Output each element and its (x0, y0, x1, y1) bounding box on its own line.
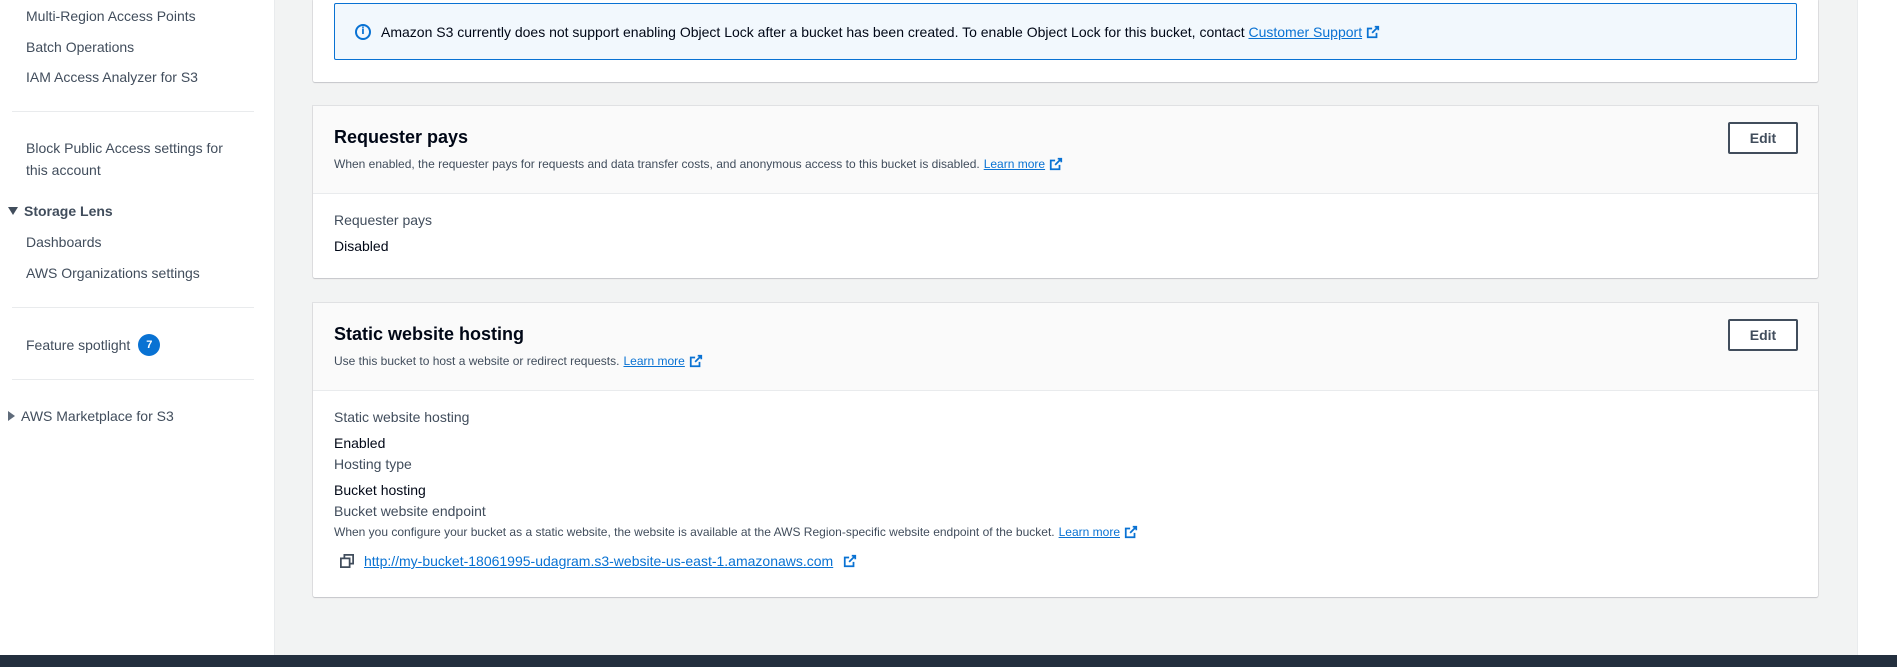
static-website-hosting-panel: Static website hosting Use this bucket t… (313, 303, 1818, 597)
caret-down-icon (8, 207, 18, 215)
hosting-type-value: Bucket hosting (334, 482, 426, 498)
panel-header: Static website hosting Use this bucket t… (313, 303, 1818, 391)
static-website-edit-button[interactable]: Edit (1728, 319, 1798, 351)
description-text: When you configure your bucket as a stat… (334, 525, 1055, 539)
requester-pays-edit-button[interactable]: Edit (1728, 122, 1798, 154)
panel-description: Use this bucket to host a website or red… (334, 354, 703, 368)
external-link-icon (844, 554, 857, 568)
sidebar-item-batch-operations[interactable]: Batch Operations (26, 37, 134, 57)
sidebar-item-block-public-access[interactable]: Block Public Access settings for this ac… (26, 138, 223, 180)
requester-pays-panel: Requester pays When enabled, the request… (313, 106, 1818, 278)
sidebar-item-iam-access-analyzer[interactable]: IAM Access Analyzer for S3 (26, 67, 198, 87)
info-icon: i (355, 23, 371, 40)
notification-badge: 7 (138, 334, 161, 356)
panel-description: When enabled, the requester pays for req… (334, 157, 1063, 171)
learn-more-link[interactable]: Learn more (623, 354, 684, 368)
sidebar-item-aws-organizations-settings[interactable]: AWS Organizations settings (26, 263, 200, 283)
sidebar-section-label: AWS Marketplace for S3 (21, 408, 174, 424)
external-link-icon (1049, 157, 1063, 171)
copy-icon[interactable] (340, 554, 354, 568)
learn-more-link[interactable]: Learn more (1059, 525, 1120, 539)
requester-pays-label: Requester pays (334, 212, 433, 228)
sidebar-section-label: Storage Lens (24, 203, 113, 219)
customer-support-link[interactable]: Customer Support (1248, 24, 1362, 40)
sidebar-item-label: Feature spotlight (26, 337, 131, 353)
sidebar-divider (12, 379, 254, 380)
panel-title: Static website hosting (334, 324, 525, 344)
panel-header: Requester pays When enabled, the request… (313, 106, 1818, 194)
sidebar-divider (12, 307, 254, 308)
console-footer (0, 655, 1897, 667)
endpoint-description: When you configure your bucket as a stat… (334, 525, 1138, 539)
sidebar-item-label: this account (26, 162, 101, 178)
sidebar-section-storage-lens[interactable]: Storage Lens (8, 201, 113, 221)
description-text: When enabled, the requester pays for req… (334, 157, 980, 171)
bucket-website-endpoint-label: Bucket website endpoint (334, 503, 486, 519)
sidebar-item-feature-spotlight[interactable]: Feature spotlight 7 (26, 334, 161, 356)
right-gutter (1857, 0, 1897, 655)
requester-pays-value: Disabled (334, 238, 389, 254)
info-alert-text: Amazon S3 currently does not support ena… (381, 23, 1245, 40)
sidebar-divider (12, 111, 254, 112)
bucket-website-endpoint-link[interactable]: http://my-bucket-18061995-udagram.s3-web… (364, 553, 833, 569)
object-lock-info-alert: i Amazon S3 currently does not support e… (334, 3, 1797, 60)
static-website-hosting-label: Static website hosting (334, 409, 470, 425)
external-link-icon (1366, 25, 1380, 38)
panel-title: Requester pays (334, 127, 469, 147)
caret-right-icon (8, 411, 15, 421)
sidebar-item-multi-region-access-points[interactable]: Multi-Region Access Points (26, 6, 196, 26)
sidebar-item-label: Block Public Access settings for (26, 140, 223, 156)
endpoint-url-row: http://my-bucket-18061995-udagram.s3-web… (340, 553, 857, 569)
sidebar-section-aws-marketplace[interactable]: AWS Marketplace for S3 (8, 406, 174, 426)
hosting-type-label: Hosting type (334, 456, 412, 472)
sidebar-item-dashboards[interactable]: Dashboards (26, 232, 102, 252)
description-text: Use this bucket to host a website or red… (334, 354, 620, 368)
external-link-icon (689, 354, 702, 368)
external-link-icon (1124, 525, 1138, 539)
sidebar: Multi-Region Access Points Batch Operati… (0, 0, 275, 655)
static-website-hosting-value: Enabled (334, 435, 386, 451)
learn-more-link[interactable]: Learn more (984, 157, 1045, 171)
